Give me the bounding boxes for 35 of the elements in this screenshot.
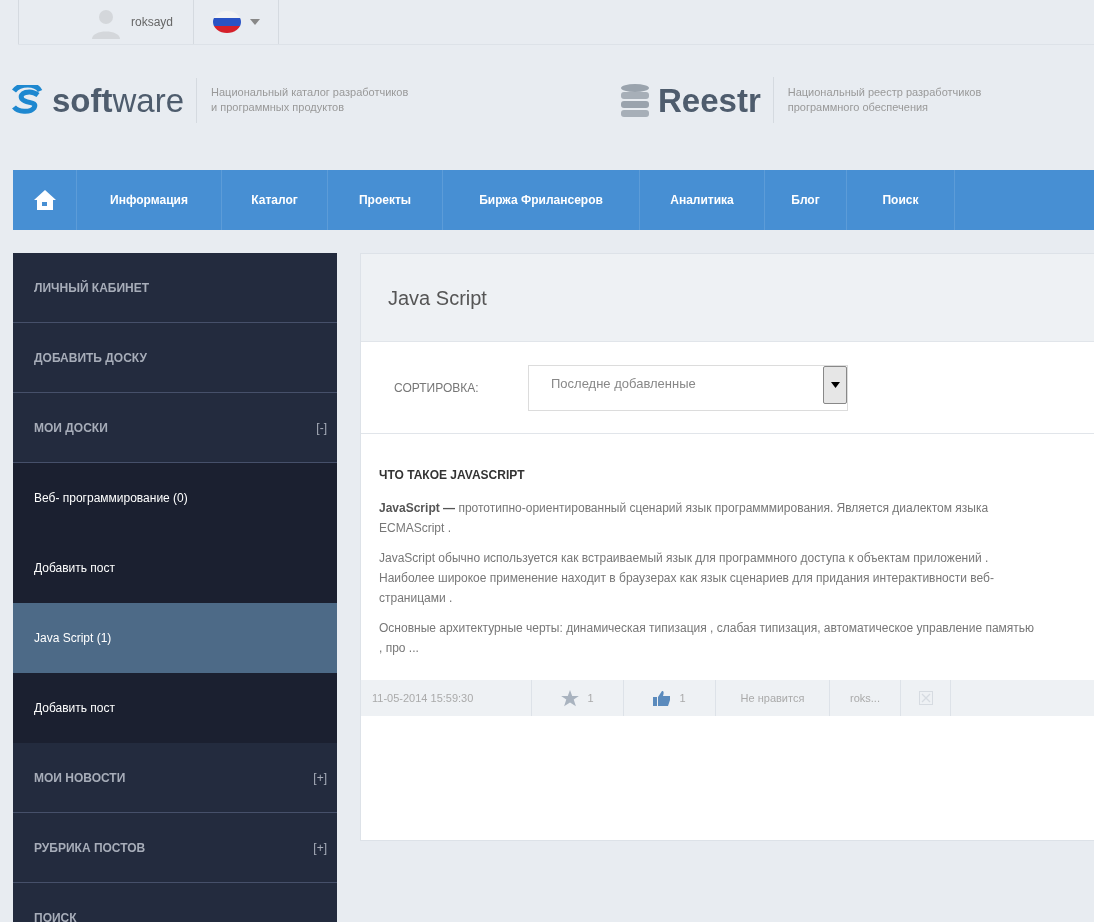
nav-link[interactable]: Информация [77,170,222,230]
database-icon [620,83,650,117]
nav-link[interactable]: Проекты [328,170,443,230]
sidebar-item[interactable]: Добавить пост [13,533,337,603]
tagline: Национальный реестр разработчиков [787,85,982,100]
thumbs-up-icon [653,690,672,706]
toggle-icon[interactable]: [+] [313,838,327,857]
sidebar-item[interactable]: Java Script (1) [13,603,337,673]
nav-link[interactable]: Биржа Фрилансеров [443,170,640,230]
star-icon [561,689,580,707]
caret-icon [250,19,261,25]
post-paragraph: Основные архитектурные черты: динамическая типизация , слабая типизация, автоматическое управление памятью , про ... [379,620,1036,657]
toggle-icon[interactable]: [+] [313,768,327,787]
tagline: и программных продуктов [211,100,345,115]
nav-link[interactable]: Блог [765,170,847,230]
post-date: 11-05-2014 15:59:30 [361,680,532,716]
logo-text[interactable]: software [52,83,185,117]
tagline: программного обеспечения [787,100,930,115]
username[interactable]: roksayd [131,13,174,31]
logo-text[interactable]: Reestr [658,83,761,117]
post-paragraph: JavaScript — прототипно-ориентированный сценарий язык программмирования. Является диалектом языка ECMAScript . [379,500,990,537]
nav-link[interactable]: Каталог [222,170,328,230]
tagline: Национальный каталог разработчиков [211,85,409,100]
logo-icon [10,85,44,115]
sort-label: СОРТИРОВКА: [394,379,480,397]
post-heading: ЧТО ТАКОЕ JAVASCRIPT [379,467,526,484]
flag-icon [212,10,243,34]
sort-dropdown[interactable]: Последне добавленные [528,364,848,411]
page-title: Java Script [388,285,487,311]
sidebar-item[interactable]: Добавить пост [13,673,337,743]
sidebar-item[interactable]: Веб- программирование (0) [13,463,337,533]
nav-link[interactable]: Аналитика [640,170,765,230]
post-paragraph: JavaScript обычно используется как встраиваемый язык для программного доступа к объектам приложений . Наиболее широкое применение находит в браузерах как язык сценариев для придания интерактивности веб-страницами . [379,550,995,607]
toggle-icon[interactable]: [-] [316,418,327,437]
nav-link[interactable]: Поиск [847,170,955,230]
